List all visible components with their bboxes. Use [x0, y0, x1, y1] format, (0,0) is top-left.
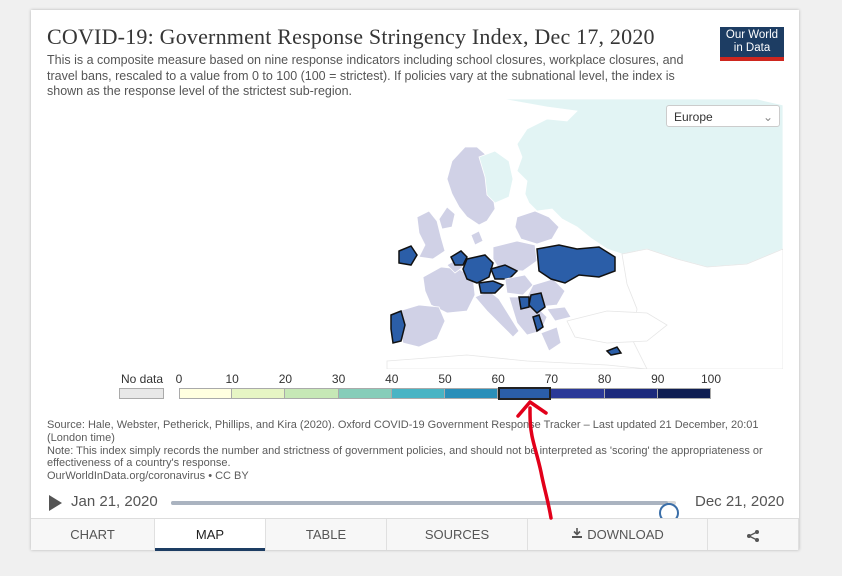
tab-table-label: Table	[305, 527, 347, 542]
timeline-track[interactable]	[171, 501, 680, 523]
note-line: Note: This index simply records the numb…	[47, 444, 763, 470]
map-ukraine[interactable]	[536, 244, 616, 284]
legend-tick-label: 70	[544, 372, 559, 386]
map-bosnia[interactable]	[518, 296, 530, 310]
timeline-track-fill	[171, 501, 669, 505]
tab-table[interactable]: Table	[266, 519, 387, 550]
tab-chart[interactable]: Chart	[31, 519, 155, 550]
legend-bin[interactable]	[285, 388, 339, 399]
map-central-asia	[621, 248, 783, 369]
legend-nodata-label: No data	[121, 372, 164, 386]
map-legend: No data 0 10 20 30 40 50 60 70 80 90 100	[119, 370, 722, 402]
europe-map[interactable]	[47, 99, 783, 369]
legend-tick-label: 50	[438, 372, 452, 386]
map-baltics-belarus[interactable]	[514, 210, 560, 245]
chart-subtitle: This is a composite measure based on nin…	[47, 53, 684, 98]
url-line[interactable]: OurWorldInData.org/coronavirus • CC BY	[47, 470, 767, 483]
page-title: COVID-19: Government Response Stringency…	[47, 24, 655, 49]
legend-tick-label: 80	[597, 372, 612, 386]
map-greece[interactable]	[540, 326, 562, 352]
legend-bin[interactable]	[391, 388, 445, 399]
legend-bin[interactable]	[445, 388, 499, 399]
legend-bin[interactable]	[232, 388, 286, 399]
legend-bin[interactable]	[604, 388, 658, 399]
tab-share[interactable]	[708, 519, 799, 550]
region-selector[interactable]: Europe ⌄	[666, 105, 780, 127]
legend-tick-label: 20	[278, 372, 293, 386]
map-spain[interactable]	[398, 304, 446, 348]
tab-bar: Chart Map Table Sources Download	[31, 518, 799, 551]
legend-tick-label: 10	[225, 372, 239, 386]
map-austria[interactable]	[478, 280, 505, 294]
tab-download[interactable]: Download	[528, 519, 708, 550]
legend-tick-label: 90	[651, 372, 665, 386]
legend-tick-label: 0	[175, 372, 183, 386]
legend-tick-label: 100	[700, 372, 722, 386]
sources-note: Source: Hale, Webster, Petherick, Philli…	[47, 419, 767, 483]
map-bulgaria[interactable]	[546, 306, 572, 322]
tab-download-label: Download	[587, 527, 664, 542]
play-icon[interactable]	[49, 495, 62, 511]
map-svg	[386, 99, 783, 369]
legend-bin[interactable]	[657, 388, 711, 399]
map-netherlands[interactable]	[450, 250, 468, 266]
logo-line-2: in Data	[733, 42, 771, 54]
map-norway-coast[interactable]	[438, 206, 456, 230]
tab-sources-label: Sources	[424, 527, 490, 542]
legend-bins	[179, 387, 711, 400]
legend-bin[interactable]	[551, 388, 605, 399]
tab-chart-label: Chart	[70, 527, 115, 542]
map-north-africa	[386, 354, 648, 369]
timeline: Jan 21, 2020 Dec 21, 2020	[47, 491, 787, 523]
map-germany[interactable]	[462, 254, 494, 284]
legend-bin[interactable]	[179, 388, 233, 399]
chevron-down-icon: ⌄	[762, 110, 773, 124]
share-icon	[746, 527, 760, 542]
legend-bin[interactable]	[498, 387, 552, 400]
legend-tick-label: 60	[491, 372, 505, 386]
legend-nodata-swatch[interactable]	[119, 388, 164, 399]
tab-map-label: Map	[195, 527, 225, 542]
map-ireland[interactable]	[398, 245, 418, 266]
timeline-end-label[interactable]: Dec 21, 2020	[695, 493, 784, 510]
logo-line-1: Our World	[725, 29, 779, 41]
legend-tick-label: 40	[385, 372, 399, 386]
map-cyprus[interactable]	[605, 346, 623, 356]
owid-logo[interactable]: Our World in Data	[720, 27, 784, 61]
download-icon	[571, 519, 583, 551]
legend-bin[interactable]	[338, 388, 392, 399]
map-hungary[interactable]	[504, 274, 534, 296]
legend-tick-label: 30	[331, 372, 346, 386]
timeline-start-label[interactable]: Jan 21, 2020	[71, 493, 158, 510]
source-line: Source: Hale, Webster, Petherick, Philli…	[47, 419, 759, 444]
chart-card: COVID-19: Government Response Stringency…	[31, 10, 799, 551]
tab-sources[interactable]: Sources	[387, 519, 528, 550]
map-denmark[interactable]	[470, 230, 484, 246]
tab-map[interactable]: Map	[155, 519, 266, 551]
region-selector-value: Europe	[674, 110, 713, 124]
